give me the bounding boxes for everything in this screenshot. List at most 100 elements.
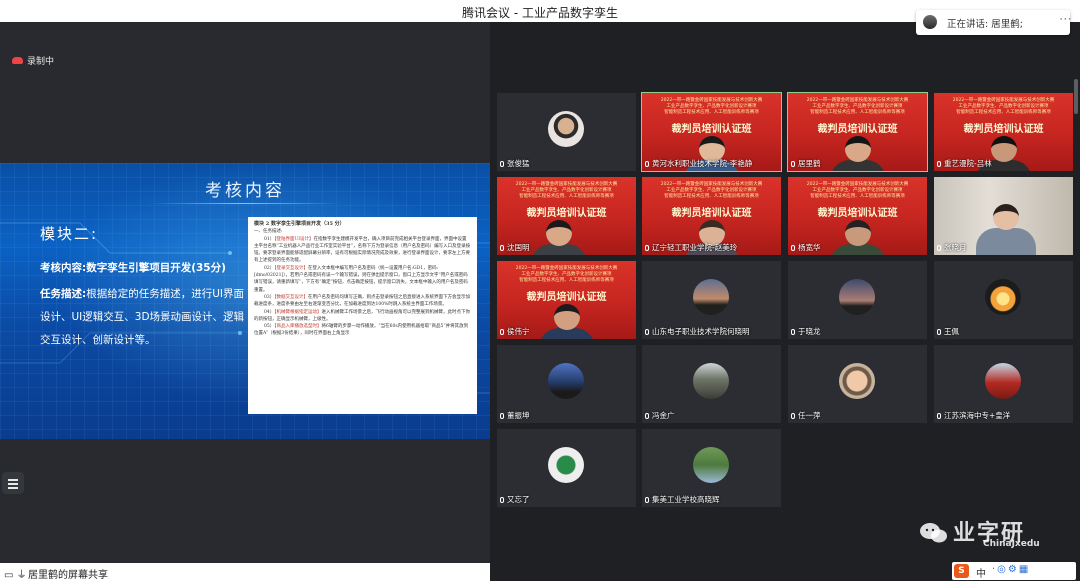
participant-tile[interactable]: 2022一带一路暨金砖国家技能发展与技术创新大赛 工业产品数字孪生、产品数字化创新… [934,93,1073,171]
participant-tile[interactable]: 董振坤 [497,345,636,423]
banner-title: 裁判员培训认证班 [963,124,1044,135]
participant-name: 江苏滨海中专+皇洋 [937,410,1010,421]
participant-list-button[interactable] [2,472,24,494]
participant-tile[interactable]: 2022一带一路暨金砖国家技能发展与技术创新大赛 工业产品数字孪生、产品数字化创新… [788,177,927,255]
person-head [993,204,1019,230]
participant-name: 张晓月 [937,242,967,253]
microphone-icon [500,245,504,251]
participant-name: 又忘了 [500,494,530,505]
banner-line-3: 智能制造工程技术应用、人工智能训练师等赛项 [664,194,759,199]
ime-tool-icons[interactable]: ·◎⚙▦ [992,564,1030,575]
participant-tile[interactable]: 于晓龙 [788,261,927,339]
speaking-indicator: 正在讲话: 居里鹤; ⋯ [916,10,1072,35]
doc-paragraph: 03）【数据交互设计】在用户名及密码均填写正确，则点击登录按钮之后直接进入系统界… [254,294,470,308]
microphone-icon [791,245,795,251]
more-icon[interactable]: ⋯ [1059,12,1072,27]
participant-name: 任一萍 [791,410,821,421]
person-head [991,136,1017,162]
doc-paragraph: 04）【机械臂根据指定运动】进入机械臂工作场景之后，飞行动画视角可以完整展到机械… [254,309,470,322]
microphone-icon [500,329,504,335]
avatar [839,363,875,399]
content-text: 数字孪生引擎项目开发(35分) [86,262,226,274]
scrollbar[interactable] [1074,79,1078,114]
list-icon-bar [8,487,18,489]
participant-tile[interactable]: 张晓月 [934,177,1073,255]
participant-tile[interactable]: 山东电子职业技术学院何晓明 [642,261,781,339]
participant-name: 重艺漫院-吕林 [937,158,992,169]
avatar [693,447,729,483]
recording-indicator[interactable]: 录制中 [12,54,54,67]
participant-name: 居里鹤 [791,158,821,169]
list-icon-bar [8,483,18,485]
task-description: 任务描述:根据给定的任务描述，进行UI界面设计、UI逻辑交互、3D场景动画设计、… [40,283,245,352]
microphone-icon [645,413,649,419]
participant-tile[interactable]: 任一萍 [788,345,927,423]
participant-tile[interactable]: 2022一带一路暨金砖国家技能发展与技术创新大赛 工业产品数字孪生、产品数字化创新… [642,177,781,255]
microphone-icon [645,245,649,251]
speaking-label: 正在讲话: 居里鹤; [947,19,1023,30]
microphone-icon [791,329,795,335]
wechat-icon [920,523,947,543]
participant-name: 沈国明 [500,242,530,253]
list-icon [8,479,18,481]
participant-tile[interactable]: 2022一带一路暨金砖国家技能发展与技术创新大赛 工业产品数字孪生、产品数字化创新… [497,261,636,339]
participant-name: 山东电子职业技术学院何晓明 [645,326,750,337]
slide-title: 考核内容 [205,181,285,201]
banner-line-3: 智能制造工程技术应用、人工智能训练师等赛项 [519,278,614,283]
participant-tile[interactable]: 张俊猛 [497,93,636,171]
microphone-icon [791,413,795,419]
participant-tile[interactable]: 2022一带一路暨金砖国家技能发展与技术创新大赛 工业产品数字孪生、产品数字化创新… [497,177,636,255]
watermark-sub: ChinaJxedu [983,539,1040,549]
participant-name: 于晓龙 [791,326,821,337]
module-title: 模块二: [40,225,99,243]
microphone-icon [645,497,649,503]
ime-language[interactable]: 中 [976,565,986,580]
participant-tile[interactable]: 集美工业学校高晓辉 [642,429,781,507]
recording-label: 录制中 [27,57,55,67]
banner-line-3: 智能制造工程技术应用、人工智能训练师等赛项 [956,110,1051,115]
participant-name: 冯金广 [645,410,675,421]
avatar [693,279,729,315]
watermark-logo: 业字研 ChinaJxedu [917,515,1077,559]
banner-title: 裁判员培训认证班 [817,208,898,219]
doc-section: 一、任务描述: [254,229,283,235]
person-body [976,228,1036,255]
microphone-icon [937,413,941,419]
doc-paragraph: 01）【登陆界面UI设计】在指数字孪生建模开发平台，确入项目前完成相关平台登录界… [254,236,471,264]
banner-line-3: 智能制造工程技术应用、人工智能训练师等赛项 [664,110,759,115]
microphone-icon [937,161,941,167]
participant-name: 张俊猛 [500,158,530,169]
microphone-icon [791,161,795,167]
avatar [985,279,1021,315]
sogou-icon[interactable]: S [954,564,969,578]
participant-name: 董振坤 [500,410,530,421]
microphone-icon [937,329,941,335]
screen-share-icon[interactable]: ▭ ⏚ [4,566,27,581]
cloud-record-icon [12,57,23,64]
ime-toolbar[interactable]: S 中 ·◎⚙▦ [952,562,1076,580]
participant-name: 杨宽华 [791,242,821,253]
screen-share-area: 录制中 考核内容 模块二: 考核内容:数字孪生引擎项目开发(35分) 任务描述:… [0,22,490,581]
avatar [985,363,1021,399]
participant-tile[interactable]: 2022一带一路暨金砖国家技能发展与技术创新大赛 工业产品数字孪生、产品数字化创新… [641,92,782,172]
avatar [693,363,729,399]
banner-title: 裁判员培训认证班 [526,208,607,219]
participant-tile[interactable]: 江苏滨海中专+皇洋 [934,345,1073,423]
microphone-icon [500,413,504,419]
participant-tile[interactable]: 又忘了 [497,429,636,507]
microphone-icon [500,161,504,167]
content-label: 考核内容: [40,262,87,274]
person-head [554,304,580,330]
participant-tile[interactable]: 冯金广 [642,345,781,423]
share-status-bar: ▭ ⏚ 居里鹤的屏幕共享 [0,563,490,581]
participant-tile[interactable]: 王佩 [934,261,1073,339]
share-label: 居里鹤的屏幕共享 [28,570,108,581]
slide-title-underline [150,203,340,204]
shared-slide: 考核内容 模块二: 考核内容:数字孪生引擎项目开发(35分) 任务描述:根据给定… [0,163,490,439]
microphone-icon [500,497,504,503]
participant-tile[interactable]: 2022一带一路暨金砖国家技能发展与技术创新大赛 工业产品数字孪生、产品数字化创新… [787,92,928,172]
participant-name: 集美工业学校高晓辉 [645,494,720,505]
doc-title: 模块 2 数字孪生引擎项目开发（35 分） [254,221,345,227]
avatar [548,447,584,483]
banner-title: 裁判员培训认证班 [526,292,607,303]
